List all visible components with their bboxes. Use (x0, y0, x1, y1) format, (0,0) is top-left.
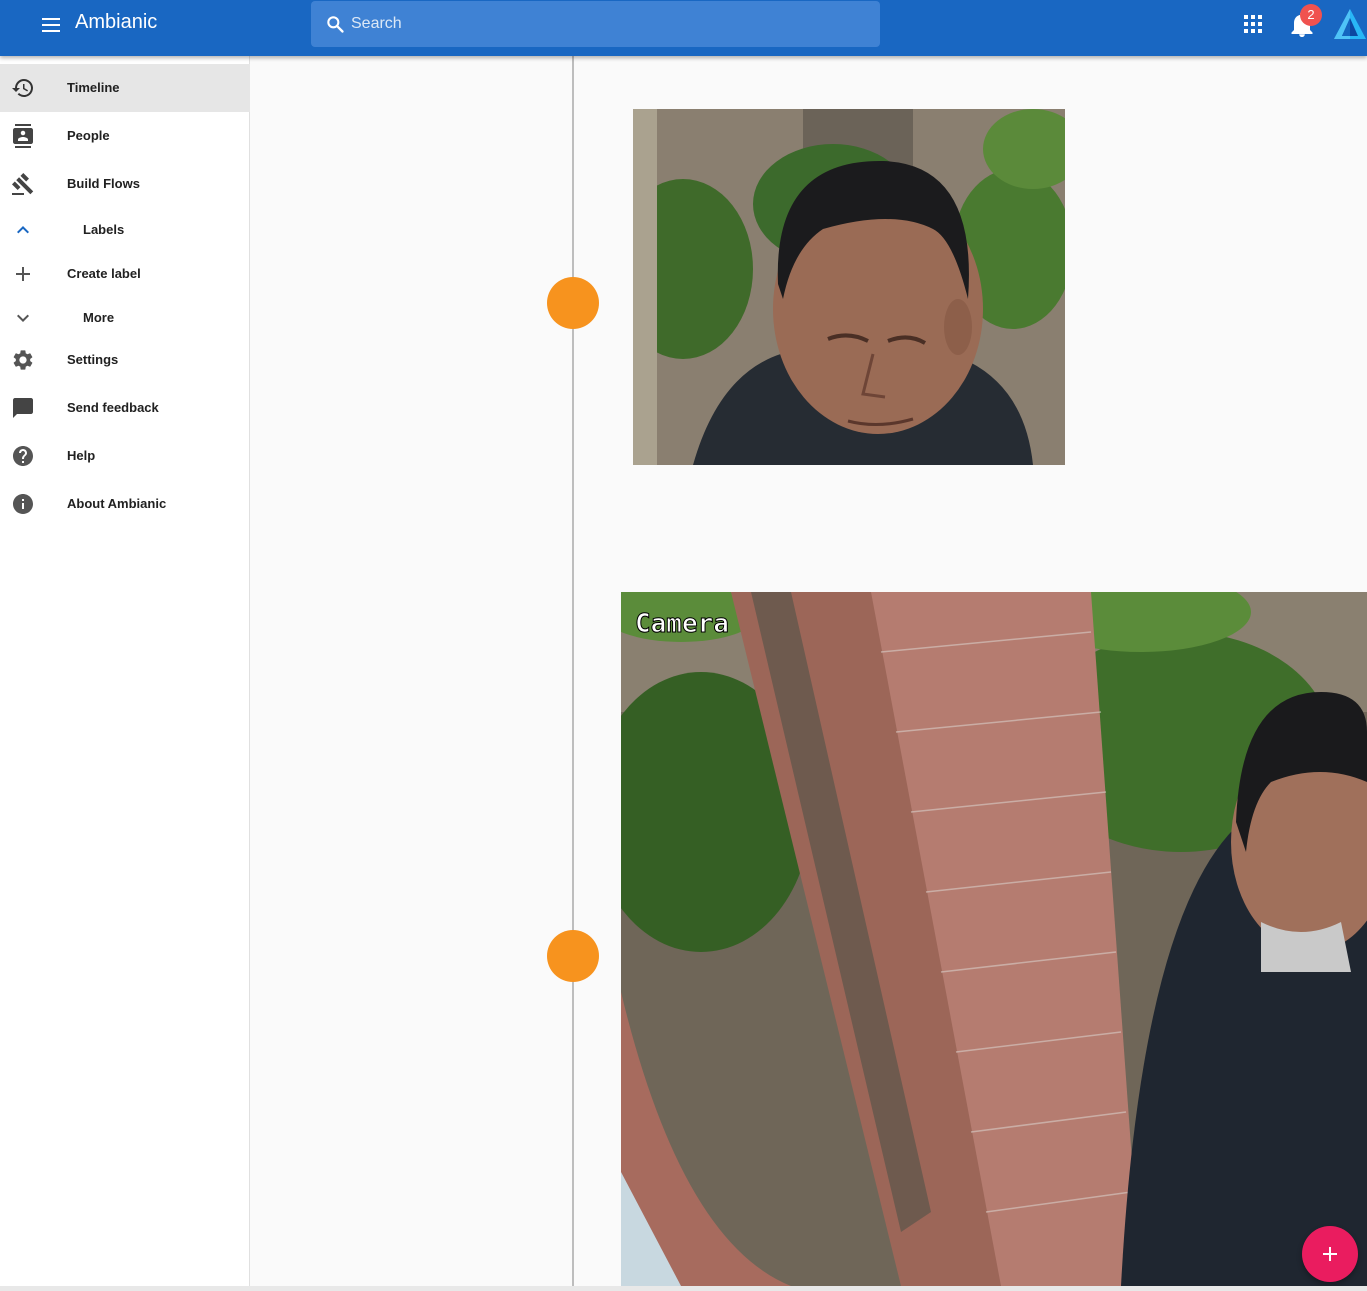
chevron-down-icon (17, 314, 29, 322)
notification-badge: 2 (1300, 4, 1322, 26)
camera-frame-image: Camera (621, 592, 1367, 1286)
sidebar-item-help[interactable]: Help (0, 432, 250, 480)
event-thumbnail[interactable] (633, 109, 1065, 465)
chevron-up-icon (17, 226, 29, 234)
sidebar-item-label: Create label (67, 266, 141, 281)
person-face-image (633, 109, 1065, 465)
info-icon (13, 494, 33, 514)
sidebar-item-more[interactable]: More (0, 296, 250, 340)
sidebar-item-label: People (67, 128, 110, 143)
gavel-icon (11, 173, 34, 195)
search-icon (327, 16, 344, 33)
sidebar-item-labels[interactable]: Labels (0, 208, 250, 252)
sidebar-item-label: Send feedback (67, 400, 159, 415)
menu-icon[interactable] (38, 12, 64, 38)
sidebar-item-about[interactable]: About Ambianic (0, 480, 250, 528)
sidebar-item-build-flows[interactable]: Build Flows (0, 160, 250, 208)
sidebar-item-label: Labels (83, 222, 125, 237)
sidebar: Timeline People Build Flows Labels Creat… (0, 56, 250, 1291)
sidebar-item-label: Timeline (67, 80, 120, 95)
timeline-dot[interactable] (547, 277, 599, 329)
feedback-icon (13, 398, 33, 418)
ambianic-logo-icon[interactable] (1333, 8, 1367, 40)
sidebar-item-create-label[interactable]: Create label (0, 252, 250, 296)
sidebar-item-settings[interactable]: Settings (0, 336, 250, 384)
event-thumbnail[interactable]: Camera (621, 592, 1367, 1286)
bottom-strip (0, 1286, 1367, 1291)
contacts-icon (13, 124, 33, 148)
sidebar-item-label: Settings (67, 352, 119, 367)
sidebar-item-timeline[interactable]: Timeline (0, 64, 250, 112)
sidebar-item-people[interactable]: People (0, 112, 250, 160)
camera-label: Camera (635, 609, 729, 639)
history-icon (12, 79, 33, 97)
timeline-dot[interactable] (547, 930, 599, 982)
sidebar-item-label: Help (67, 448, 96, 463)
apps-grid-icon[interactable] (1243, 14, 1263, 34)
plus-icon (16, 267, 30, 281)
app-bar: Ambianic 2 (0, 0, 1367, 56)
gear-icon (13, 350, 33, 370)
sidebar-item-send-feedback[interactable]: Send feedback (0, 384, 250, 432)
app-title: Ambianic (75, 11, 158, 33)
sidebar-item-label: More (83, 310, 115, 325)
search-bar[interactable] (311, 1, 880, 47)
plus-icon (1323, 1247, 1337, 1261)
timeline-line (572, 56, 574, 1286)
help-icon (13, 446, 33, 466)
sidebar-item-label: About Ambianic (67, 496, 167, 511)
event-caption (622, 474, 626, 490)
search-input[interactable] (351, 1, 871, 47)
add-button[interactable] (1302, 1226, 1358, 1282)
sidebar-item-label: Build Flows (67, 176, 140, 191)
